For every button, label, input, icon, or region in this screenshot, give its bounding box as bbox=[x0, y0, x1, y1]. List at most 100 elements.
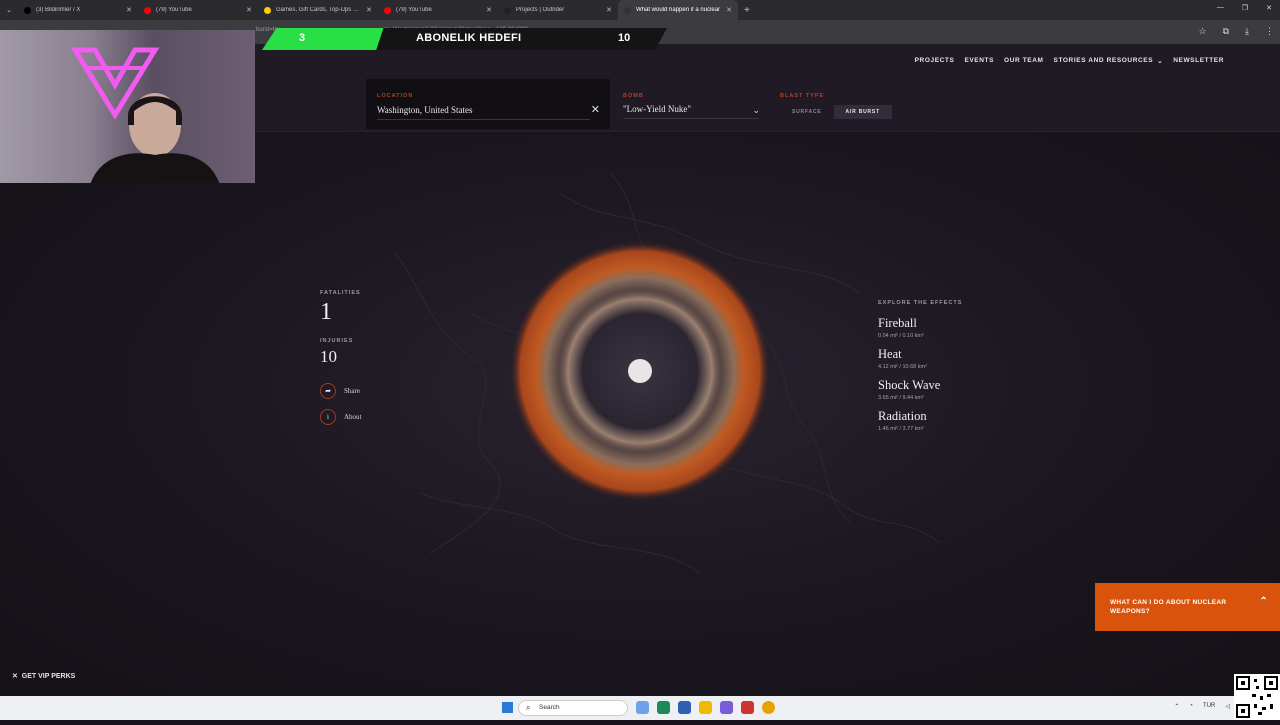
tab-close-icon[interactable]: ✕ bbox=[606, 6, 612, 14]
extensions-icon[interactable]: ⧉ bbox=[1223, 26, 1229, 37]
fireball-core[interactable] bbox=[628, 359, 652, 383]
taskbar-apps bbox=[636, 701, 775, 714]
effect-item[interactable]: Radiation 1.46 mi² / 3.77 km² bbox=[878, 409, 962, 432]
close-window-icon[interactable]: ✕ bbox=[1266, 4, 1272, 12]
copilot-icon[interactable] bbox=[636, 701, 649, 714]
about-button[interactable]: i About bbox=[320, 409, 362, 425]
bomb-label: BOMB bbox=[623, 93, 644, 99]
fatalities-value: 1 bbox=[320, 299, 332, 325]
blast-visualization[interactable] bbox=[0, 133, 1280, 696]
clear-location-icon[interactable]: ✕ bbox=[591, 103, 600, 116]
vip-perks[interactable]: ✕ GET VIP PERKS bbox=[12, 672, 75, 680]
tab-close-icon[interactable]: ✕ bbox=[366, 6, 372, 14]
surface-button[interactable]: SURFACE bbox=[780, 105, 834, 119]
goal-target: 10 bbox=[618, 32, 631, 44]
fatalities-label: FATALITIES bbox=[320, 290, 361, 296]
minimize-icon[interactable]: — bbox=[1217, 4, 1224, 12]
tab-close-icon[interactable]: ✕ bbox=[246, 6, 252, 14]
vip-label: GET VIP PERKS bbox=[21, 673, 76, 680]
tab-title: What would happen if a nuclear bbox=[636, 7, 721, 13]
qr-pattern bbox=[1236, 676, 1278, 718]
nuclear-weapons-cta[interactable]: WHAT CAN I DO ABOUT NUCLEAR WEAPONS? ⌃ bbox=[1095, 583, 1280, 631]
bomb-underline bbox=[623, 118, 759, 119]
chevron-up-icon[interactable]: ⌃ bbox=[1259, 597, 1268, 607]
browser-tab[interactable]: Projects | Outrider ✕ bbox=[498, 0, 618, 20]
restore-icon[interactable]: ❐ bbox=[1242, 4, 1248, 12]
store-icon[interactable] bbox=[678, 701, 691, 714]
tab-favicon-icon bbox=[144, 6, 151, 14]
menu-icon[interactable]: ⋮ bbox=[1265, 26, 1274, 37]
search-placeholder: Search bbox=[539, 704, 560, 711]
goal-title: ABONELIK HEDEFI bbox=[416, 32, 522, 44]
tab-search-icon[interactable]: ⌄ bbox=[0, 6, 18, 14]
speaker-icon[interactable]: ◁ bbox=[1225, 703, 1230, 710]
tab-favicon-icon bbox=[24, 6, 31, 14]
close-icon[interactable]: ✕ bbox=[12, 673, 18, 680]
search-icon: ⌕ bbox=[526, 703, 531, 712]
browser-tab-bar: ⌄ (3) Bildirimler / X ✕ (79) YouTube ✕ Games… bbox=[0, 0, 1280, 20]
share-icon: ➦ bbox=[320, 383, 336, 399]
tray-chevron-icon[interactable]: ⌃ bbox=[1174, 703, 1179, 710]
chrome-icon[interactable] bbox=[762, 701, 775, 714]
goal-fill bbox=[262, 28, 384, 50]
nav-item[interactable]: EVENTS bbox=[964, 57, 994, 65]
tab-close-icon[interactable]: ✕ bbox=[486, 6, 492, 14]
browser-tab[interactable]: (79) YouTube ✕ bbox=[378, 0, 498, 20]
lang-indicator[interactable]: TUR bbox=[1203, 703, 1215, 710]
browser-tab[interactable]: (3) Bildirimler / X ✕ bbox=[18, 0, 138, 20]
bomb-select[interactable]: BOMB "Low-Yield Nuke" ⌄ bbox=[623, 93, 763, 119]
location-input[interactable]: Washington, United States bbox=[377, 105, 473, 115]
bomb-value[interactable]: "Low-Yield Nuke" bbox=[623, 104, 763, 114]
nav-item[interactable]: NEWSLETTER bbox=[1173, 57, 1224, 65]
injuries-label: INJURIES bbox=[320, 338, 354, 344]
injuries-value: 10 bbox=[320, 347, 337, 366]
obs-icon[interactable] bbox=[741, 701, 754, 714]
tab-title: (79) YouTube bbox=[156, 7, 192, 13]
tab-close-icon[interactable]: ✕ bbox=[126, 6, 132, 14]
tab-title: (3) Bildirimler / X bbox=[36, 7, 81, 13]
location-field[interactable]: LOCATION Washington, United States ✕ bbox=[366, 79, 610, 129]
location-label: LOCATION bbox=[377, 93, 414, 99]
effects-panel: EXPLORE THE EFFECTS Fireball 0.04 mi² / 0… bbox=[878, 300, 962, 440]
bookmark-star-icon[interactable]: ☆ bbox=[1199, 26, 1207, 37]
nav-item[interactable]: STORIES AND RESOURCES bbox=[1054, 57, 1154, 65]
air-burst-button[interactable]: AIR BURST bbox=[833, 105, 892, 119]
casualty-stats: FATALITIES 1 INJURIES 10 ➦ Share i About bbox=[320, 290, 362, 425]
nav-item[interactable]: OUR TEAM bbox=[1004, 57, 1043, 65]
effect-area: 0.04 mi² / 0.10 km² bbox=[878, 333, 924, 339]
effect-name: Shock Wave bbox=[878, 378, 941, 392]
explorer-icon[interactable] bbox=[699, 701, 712, 714]
share-label: Share bbox=[344, 387, 360, 395]
tab-favicon-icon bbox=[624, 6, 631, 14]
effect-item[interactable]: Shock Wave 3.65 mi² / 9.44 km² bbox=[878, 378, 962, 401]
browser-tab[interactable]: Games, Gift Cards, Top-Ups & More ✕ bbox=[258, 0, 378, 20]
edge-icon[interactable] bbox=[657, 701, 670, 714]
windows-start-icon[interactable] bbox=[502, 702, 513, 713]
effect-area: 4.12 mi² / 10.68 km² bbox=[878, 364, 927, 370]
effect-name: Radiation bbox=[878, 409, 927, 423]
tab-title: Games, Gift Cards, Top-Ups & More bbox=[276, 7, 361, 13]
toolbar-icons: ☆ ⧉ ⤓ ⋮ bbox=[1199, 26, 1275, 37]
browser-tab[interactable]: What would happen if a nuclear ✕ bbox=[618, 0, 738, 20]
new-tab-button[interactable]: + bbox=[744, 5, 750, 16]
share-button[interactable]: ➦ Share bbox=[320, 383, 362, 399]
chevron-down-icon[interactable]: ⌄ bbox=[1157, 57, 1163, 65]
chevron-down-icon[interactable]: ⌄ bbox=[752, 105, 760, 116]
effect-item[interactable]: Heat 4.12 mi² / 10.68 km² bbox=[878, 347, 962, 370]
effect-item[interactable]: Fireball 0.04 mi² / 0.10 km² bbox=[878, 316, 962, 339]
effect-area: 1.46 mi² / 3.77 km² bbox=[878, 426, 924, 432]
tab-title: Projects | Outrider bbox=[516, 7, 565, 13]
nav-item[interactable]: PROJECTS bbox=[915, 57, 955, 65]
info-icon: i bbox=[320, 409, 336, 425]
tab-close-icon[interactable]: ✕ bbox=[726, 6, 732, 14]
effect-area: 3.65 mi² / 9.44 km² bbox=[878, 395, 924, 401]
taskbar-search[interactable]: ⌕ Search bbox=[518, 700, 628, 716]
discord-icon[interactable] bbox=[720, 701, 733, 714]
tab-strip: (3) Bildirimler / X ✕ (79) YouTube ✕ Games, … bbox=[18, 0, 738, 20]
qr-code bbox=[1234, 674, 1280, 720]
download-icon[interactable]: ⤓ bbox=[1245, 26, 1249, 37]
browser-tab[interactable]: (79) YouTube ✕ bbox=[138, 0, 258, 20]
windows-taskbar: ⌕ Search ⌃ ◔ TUR ◁ bbox=[0, 696, 1280, 720]
network-icon[interactable]: ◔ bbox=[1189, 703, 1193, 710]
tab-favicon-icon bbox=[384, 6, 391, 14]
